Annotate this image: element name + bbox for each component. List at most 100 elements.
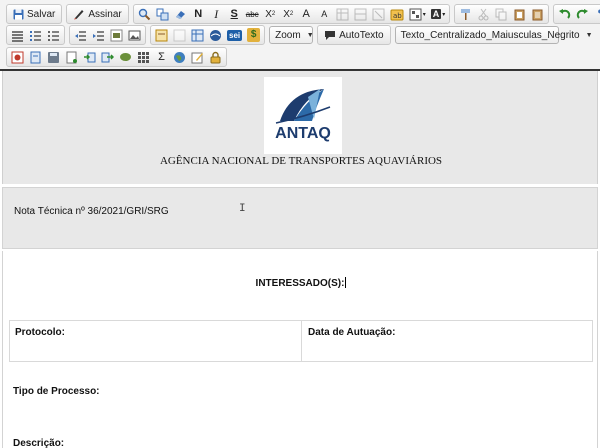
paint-format-button[interactable] bbox=[457, 6, 474, 22]
superscript-button[interactable]: X2 bbox=[280, 6, 297, 22]
form-button[interactable] bbox=[189, 27, 206, 43]
strikethrough-button[interactable]: abc bbox=[244, 6, 261, 22]
grid-icon bbox=[138, 51, 149, 63]
superscript-glyph: X bbox=[283, 8, 290, 20]
document-header: ANTAQ AGÊNCIA NACIONAL DE TRANSPORTES AQ… bbox=[2, 71, 598, 184]
numbered-list-button[interactable] bbox=[27, 27, 44, 43]
align-justify-button[interactable] bbox=[9, 27, 26, 43]
chevron-down-icon: ▼ bbox=[306, 31, 314, 39]
interessados-heading[interactable]: INTERESSADO(S): bbox=[3, 277, 599, 289]
document-link-icon bbox=[30, 51, 41, 63]
toolbar-row-3: Σ bbox=[6, 46, 230, 68]
align-justify-icon bbox=[12, 30, 23, 42]
undo-button[interactable] bbox=[556, 6, 573, 22]
special-format-button[interactable]: ▾ bbox=[407, 6, 428, 22]
style-value: Texto_Centralizado_Maiusculas_Negrito bbox=[400, 29, 580, 41]
tipo-processo-label[interactable]: Tipo de Processo: bbox=[13, 386, 100, 397]
spellcheck-button[interactable]: ab bbox=[388, 6, 406, 22]
import-icon bbox=[84, 52, 96, 62]
document-body[interactable]: INTERESSADO(S): Protocolo: Data de Autua… bbox=[2, 251, 598, 448]
edit-note-button[interactable] bbox=[189, 49, 206, 65]
table-delete-button[interactable] bbox=[370, 6, 387, 22]
blockquote-button[interactable] bbox=[108, 27, 125, 43]
descricao-label[interactable]: Descrição: bbox=[13, 438, 64, 448]
pen-icon bbox=[74, 10, 84, 20]
form-icon bbox=[191, 29, 204, 41]
bold-button[interactable]: N bbox=[190, 6, 207, 22]
new-doc-button[interactable] bbox=[63, 49, 80, 65]
zoom-select[interactable]: Zoom ▼ bbox=[269, 26, 314, 44]
increase-font-button[interactable]: A bbox=[298, 6, 315, 22]
dollar-icon: $ bbox=[247, 28, 261, 42]
scissors-icon bbox=[478, 8, 489, 20]
ibeam-cursor-icon: I bbox=[239, 203, 246, 215]
style-select[interactable]: Texto_Centralizado_Maiusculas_Negrito ▼ bbox=[394, 26, 593, 44]
data-autuacao-label[interactable]: Data de Autuação: bbox=[308, 327, 395, 338]
autotexto-button[interactable]: AutoTexto bbox=[320, 27, 387, 43]
sei-button[interactable]: sei bbox=[225, 27, 244, 43]
textbox-button[interactable] bbox=[153, 27, 170, 43]
paste-button[interactable] bbox=[511, 6, 528, 22]
template-button[interactable] bbox=[171, 27, 188, 43]
redo-button[interactable] bbox=[574, 6, 591, 22]
svg-text:ab: ab bbox=[393, 12, 402, 20]
note-edit-icon bbox=[191, 52, 203, 63]
cut-button[interactable] bbox=[475, 6, 492, 22]
italic-button[interactable]: I bbox=[208, 6, 225, 22]
outdent-button[interactable] bbox=[72, 27, 89, 43]
redo-icon bbox=[577, 8, 589, 19]
web-link-button[interactable] bbox=[171, 49, 188, 65]
insert-table-button[interactable] bbox=[334, 6, 351, 22]
decrease-font-button[interactable]: A bbox=[316, 6, 333, 22]
text-color-button[interactable]: A ▾ bbox=[429, 6, 448, 22]
table-remove-icon bbox=[372, 8, 385, 20]
subscript-button[interactable]: X2 bbox=[262, 6, 279, 22]
find-button[interactable] bbox=[136, 6, 153, 22]
floppy-icon bbox=[13, 9, 24, 19]
superscript-mark: 2 bbox=[289, 11, 294, 17]
document-canvas[interactable]: ANTAQ AGÊNCIA NACIONAL DE TRANSPORTES AQ… bbox=[0, 71, 600, 448]
outdent-icon bbox=[75, 30, 86, 41]
agency-name: AGÊNCIA NACIONAL DE TRANSPORTES AQUAVIÁR… bbox=[159, 155, 443, 167]
toolbar-row-1: Salvar Assinar N I S abc X2 X2 A A ab ▾ bbox=[6, 3, 600, 25]
underline-button[interactable]: S bbox=[226, 6, 243, 22]
edit-group bbox=[454, 4, 550, 24]
sign-button[interactable]: Assinar bbox=[69, 6, 125, 22]
copy-button[interactable] bbox=[493, 6, 510, 22]
sei-icon: sei bbox=[227, 29, 243, 41]
save-disk-button[interactable] bbox=[45, 49, 62, 65]
nota-number: Nota Técnica nº 36/2021/GRI/SRG bbox=[14, 206, 169, 217]
currency-button[interactable]: $ bbox=[245, 27, 262, 43]
save-group: Salvar bbox=[6, 4, 63, 24]
eraser-button[interactable] bbox=[172, 6, 189, 22]
bullet-list-button[interactable] bbox=[45, 27, 62, 43]
doc-link-button[interactable] bbox=[27, 49, 44, 65]
paste-text-button[interactable] bbox=[529, 6, 546, 22]
comment-button[interactable] bbox=[117, 49, 134, 65]
symbols-button[interactable] bbox=[135, 49, 152, 65]
protocolo-label[interactable]: Protocolo: bbox=[15, 327, 65, 338]
subscript-glyph: X bbox=[265, 8, 272, 20]
link-sei-button[interactable] bbox=[207, 27, 224, 43]
logo-wordmark: ANTAQ bbox=[275, 125, 331, 142]
formula-button[interactable]: Σ bbox=[153, 49, 170, 65]
replace-button[interactable] bbox=[154, 6, 171, 22]
image-button[interactable] bbox=[126, 27, 143, 43]
table-icon bbox=[354, 8, 367, 20]
export-button[interactable] bbox=[99, 49, 116, 65]
save-button[interactable]: Salvar bbox=[9, 6, 59, 22]
sign-group: Assinar bbox=[66, 4, 129, 24]
toolbar-row-2: sei $ Zoom ▼ AutoTexto Texto_Centralizad… bbox=[6, 24, 593, 46]
source-button[interactable] bbox=[9, 49, 26, 65]
lock-button[interactable] bbox=[207, 49, 224, 65]
globe-link-icon bbox=[210, 29, 221, 41]
indent-button[interactable] bbox=[90, 27, 107, 43]
nota-header: Nota Técnica nº 36/2021/GRI/SRG I bbox=[2, 187, 598, 249]
sign-label: Assinar bbox=[88, 8, 122, 20]
textbox-icon bbox=[155, 29, 168, 41]
table-divider bbox=[301, 321, 302, 361]
import-button[interactable] bbox=[81, 49, 98, 65]
show-blocks-button[interactable]: ¶ bbox=[592, 6, 600, 22]
table-props-button[interactable] bbox=[352, 6, 369, 22]
indent-group bbox=[69, 25, 146, 45]
